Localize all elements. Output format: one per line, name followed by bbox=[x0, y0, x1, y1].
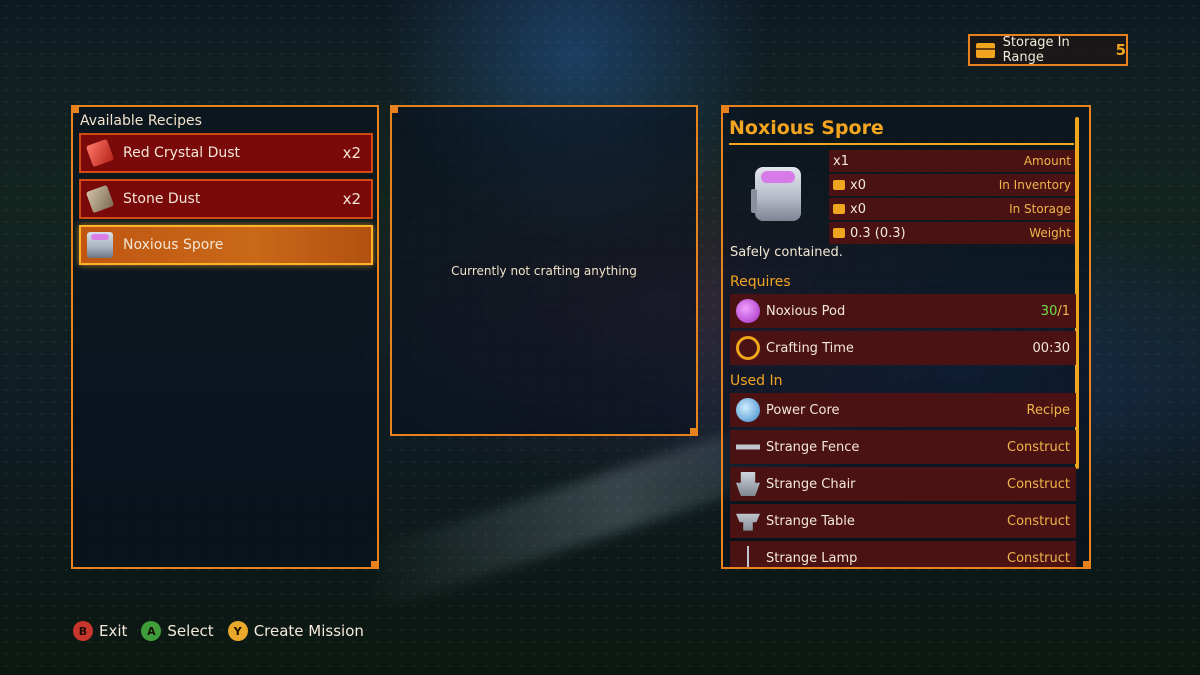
noxious-spore-icon bbox=[87, 232, 113, 258]
requirement-need: /1 bbox=[1057, 303, 1070, 319]
controller-prompts: B Exit A Select Y Create Mission bbox=[73, 621, 364, 641]
used-in-strange-lamp[interactable]: Strange Lamp Construct bbox=[730, 541, 1076, 567]
used-in-name: Strange Fence bbox=[766, 439, 860, 455]
used-in-type: Construct bbox=[1007, 439, 1070, 455]
backpack-icon bbox=[833, 180, 845, 190]
noxious-pod-icon bbox=[736, 299, 760, 323]
stat-value: x0 bbox=[850, 201, 866, 217]
requirement-name: Crafting Time bbox=[766, 340, 854, 356]
recipes-title: Available Recipes bbox=[80, 113, 202, 129]
used-in-type: Recipe bbox=[1026, 402, 1070, 418]
create-mission-label: Create Mission bbox=[253, 622, 364, 640]
used-in-name: Strange Table bbox=[766, 513, 855, 529]
used-in-type: Construct bbox=[1007, 550, 1070, 566]
used-in-heading: Used In bbox=[730, 373, 783, 389]
requirement-name: Noxious Pod bbox=[766, 303, 846, 319]
used-in-name: Power Core bbox=[766, 402, 840, 418]
requirement-noxious-pod: Noxious Pod 30/1 bbox=[730, 294, 1076, 328]
red-crystal-dust-icon bbox=[85, 138, 115, 168]
recipe-item-red-crystal-dust[interactable]: Red Crystal Dust x2 bbox=[79, 133, 373, 173]
stat-weight: 0.3 (0.3) Weight bbox=[829, 222, 1075, 244]
item-description: Safely contained. bbox=[730, 245, 843, 260]
recipes-panel: Available Recipes Red Crystal Dust x2 St… bbox=[71, 105, 379, 569]
used-in-strange-fence[interactable]: Strange Fence Construct bbox=[730, 430, 1076, 464]
storage-label: Storage In Range bbox=[1002, 35, 1070, 65]
requirement-have: 30 bbox=[1040, 303, 1058, 319]
recipe-name: Noxious Spore bbox=[123, 237, 224, 253]
recipe-name: Stone Dust bbox=[123, 191, 201, 207]
stopwatch-icon bbox=[736, 336, 760, 360]
crafting-status: Currently not crafting anything bbox=[451, 264, 637, 278]
power-core-icon bbox=[736, 398, 760, 422]
used-in-strange-table[interactable]: Strange Table Construct bbox=[730, 504, 1076, 538]
chest-icon bbox=[976, 42, 995, 58]
stat-key: Amount bbox=[1023, 154, 1071, 168]
crafting-queue-panel: Currently not crafting anything bbox=[390, 105, 698, 436]
strange-fence-icon bbox=[736, 435, 760, 459]
recipe-name: Red Crystal Dust bbox=[123, 145, 241, 161]
recipe-item-noxious-spore[interactable]: Noxious Spore bbox=[79, 225, 373, 265]
y-button-icon: Y bbox=[227, 621, 248, 641]
stat-in-inventory: x0 In Inventory bbox=[829, 174, 1075, 196]
storage-in-range-badge: Storage In Range 5 bbox=[968, 34, 1128, 66]
recipe-item-stone-dust[interactable]: Stone Dust x2 bbox=[79, 179, 373, 219]
stat-key: In Inventory bbox=[998, 178, 1071, 192]
requires-heading: Requires bbox=[730, 274, 791, 290]
recipe-qty: x2 bbox=[342, 144, 361, 162]
used-in-name: Strange Chair bbox=[766, 476, 856, 492]
used-in-strange-chair[interactable]: Strange Chair Construct bbox=[730, 467, 1076, 501]
stat-amount: x1 Amount bbox=[829, 150, 1075, 172]
requirement-count: 30/1 bbox=[1041, 304, 1070, 319]
title-divider bbox=[729, 143, 1074, 145]
weight-icon bbox=[833, 228, 845, 238]
crafting-time-value: 00:30 bbox=[1032, 340, 1070, 356]
exit-button[interactable]: B Exit bbox=[73, 621, 127, 641]
stat-value: 0.3 (0.3) bbox=[850, 225, 906, 241]
stat-value: x0 bbox=[850, 177, 866, 193]
a-button-icon: A bbox=[141, 621, 162, 641]
storage-count: 5 bbox=[1115, 41, 1126, 59]
noxious-spore-canister-icon bbox=[751, 167, 801, 221]
requirement-crafting-time: Crafting Time 00:30 bbox=[730, 331, 1076, 365]
detail-title: Noxious Spore bbox=[729, 117, 884, 139]
strange-chair-icon bbox=[736, 472, 760, 496]
stat-key: Weight bbox=[1029, 226, 1071, 240]
select-button[interactable]: A Select bbox=[141, 621, 214, 641]
used-in-type: Construct bbox=[1007, 476, 1070, 492]
exit-label: Exit bbox=[99, 622, 128, 640]
strange-table-icon bbox=[736, 513, 760, 531]
stat-value: x1 bbox=[833, 153, 849, 169]
chest-icon bbox=[833, 204, 845, 214]
b-button-icon: B bbox=[73, 621, 93, 641]
used-in-type: Construct bbox=[1007, 513, 1070, 529]
strange-lamp-icon bbox=[736, 546, 760, 567]
create-mission-button[interactable]: Y Create Mission bbox=[227, 621, 364, 641]
stone-dust-icon bbox=[85, 184, 115, 214]
recipe-detail-panel: Noxious Spore x1 Amount x0 In Inventory … bbox=[721, 105, 1091, 569]
select-label: Select bbox=[167, 622, 214, 640]
stat-in-storage: x0 In Storage bbox=[829, 198, 1075, 220]
recipe-qty: x2 bbox=[342, 190, 361, 208]
stat-key: In Storage bbox=[1009, 202, 1071, 216]
used-in-name: Strange Lamp bbox=[766, 550, 858, 566]
used-in-power-core[interactable]: Power Core Recipe bbox=[730, 393, 1076, 427]
